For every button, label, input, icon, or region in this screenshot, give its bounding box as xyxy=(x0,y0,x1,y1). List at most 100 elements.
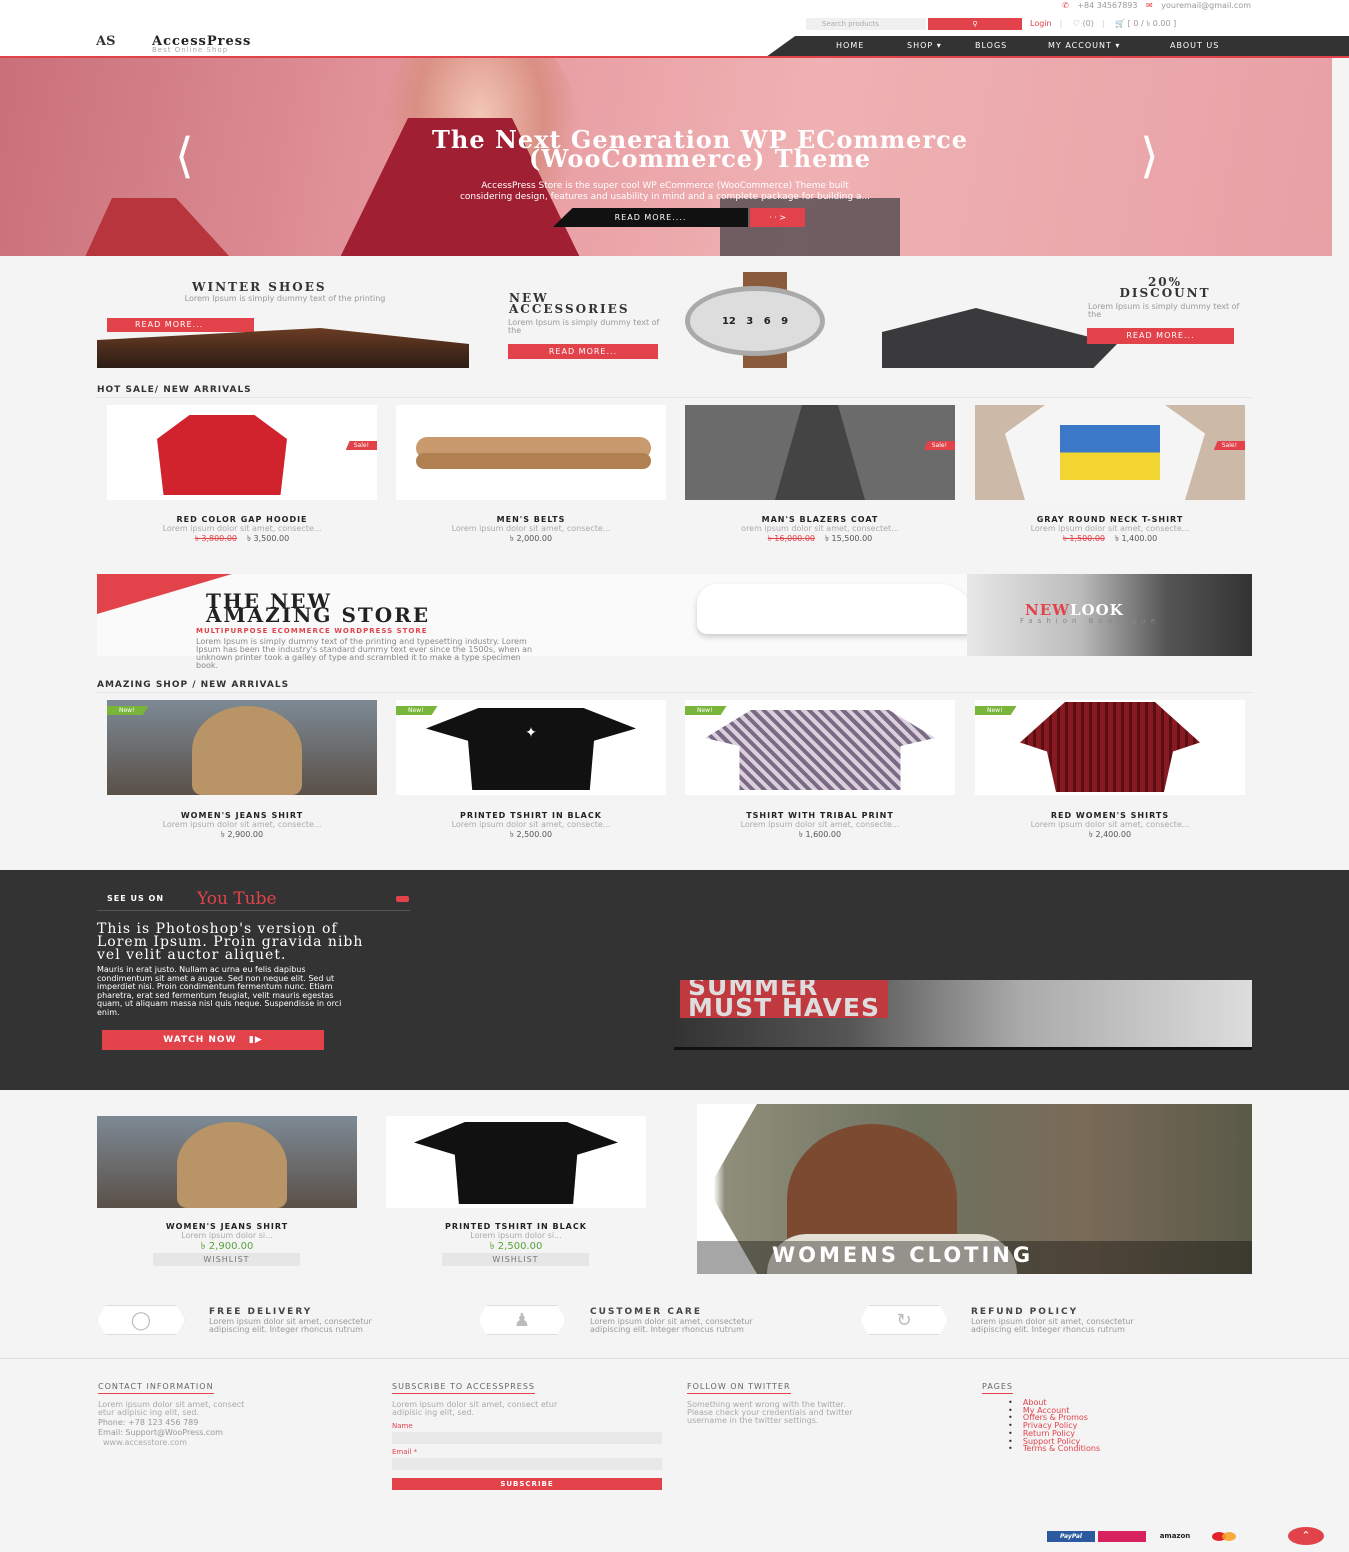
current-price: ৳ 2,000.00 xyxy=(509,534,553,543)
cart-icon[interactable]: 🛒 xyxy=(1115,19,1125,28)
product-desc: Lorem ipsum dolor sit amet, consecte... xyxy=(162,524,322,533)
back-to-top-icon[interactable]: ⌃ xyxy=(1288,1527,1324,1545)
product-name[interactable]: PRINTED TSHIRT IN BLACK xyxy=(396,811,666,820)
sale-badge: Sale! xyxy=(345,441,377,450)
product-image-tribal-tshirt[interactable]: New! xyxy=(685,700,955,795)
youtube-label[interactable]: You Tube xyxy=(197,889,277,909)
product-image-blazer[interactable]: Sale! xyxy=(685,405,955,500)
product-price: ৳ 2,400.00 xyxy=(1088,830,1132,839)
promo-winter-shoes-button[interactable]: READ MORE... xyxy=(107,318,254,332)
video-text: Mauris in erat justo. Nullam ac urna eu … xyxy=(97,965,341,1017)
product-name[interactable]: MEN'S BELTS xyxy=(396,515,666,524)
womens-clothing-banner[interactable]: WOMENS CLOTING xyxy=(697,1104,1252,1274)
promo-accessories-button[interactable]: READ MORE... xyxy=(508,344,658,359)
paypal-logo: PayPal xyxy=(1047,1531,1095,1542)
footer-phone: Phone: +78 123 456 789 xyxy=(98,1418,199,1427)
login-link[interactable]: Login xyxy=(1030,19,1052,28)
wishlist-button[interactable]: WISHLIST xyxy=(442,1253,589,1266)
nav-shop[interactable]: SHOP ▾ xyxy=(907,41,942,50)
footer-contact-text-line2: etur adipisic ing elit, sed. xyxy=(98,1408,200,1417)
top-phone: +84 34567893 xyxy=(1077,1,1138,10)
wishlist-button[interactable]: WISHLIST xyxy=(153,1253,300,1266)
footer-twitter-text: Something went wrong with the twitter. P… xyxy=(687,1401,853,1425)
product-desc: Lorem ipsum dolor sit amet, consecte... xyxy=(451,820,611,829)
shirt-image xyxy=(882,308,1117,368)
nav-home[interactable]: HOME xyxy=(836,41,864,50)
nav-my-account-label: MY ACCOUNT xyxy=(1048,41,1112,50)
footer-twitter-heading: FOLLOW ON TWITTER xyxy=(687,1382,791,1394)
product-image-red-shirt[interactable]: New! xyxy=(975,700,1245,795)
product-name[interactable]: RED WOMEN'S SHIRTS xyxy=(975,811,1245,820)
footer-website[interactable]: www.accesstore.com xyxy=(103,1439,244,1447)
top-email[interactable]: youremail@gmail.com xyxy=(1161,1,1251,10)
see-us-on-label: SEE US ON xyxy=(107,894,165,903)
sneakers-image xyxy=(697,584,977,634)
youtube-play-icon[interactable] xyxy=(396,896,409,902)
banner-title: THE NEW AMAZING STORE xyxy=(206,591,431,627)
footer-page-link[interactable]: • Terms & Conditions xyxy=(1008,1445,1100,1453)
banner-title-line2: AMAZING STORE xyxy=(206,603,431,627)
promo-discount-title-line2: DISCOUNT xyxy=(1119,286,1211,300)
watch-image: 12 3 6 9 xyxy=(685,272,855,368)
feature-text-line2: adipiscing elit. Integer rhoncus rutrum xyxy=(209,1325,363,1334)
video-camera-icon: ▮▶ xyxy=(248,1035,263,1045)
cart-summary[interactable]: [ 0 / ৳ 0.00 ] xyxy=(1128,19,1177,28)
product-name[interactable]: WOMEN'S JEANS SHIRT xyxy=(92,1222,362,1231)
old-price: ৳ 16,000.00 xyxy=(767,534,815,543)
new-badge: New! xyxy=(685,706,727,715)
product-image-belts[interactable] xyxy=(396,405,666,500)
phone-icon: ✆ xyxy=(1062,1,1069,10)
product-name[interactable]: PRINTED TSHIRT IN BLACK xyxy=(381,1222,651,1231)
footer-twitter-text-line3: username in the twitter settings. xyxy=(687,1416,819,1425)
product-image-jeans-shirt[interactable]: New! xyxy=(107,700,377,795)
nav-blogs[interactable]: BLOGS xyxy=(975,41,1007,50)
promo-discount-button[interactable]: READ MORE... xyxy=(1087,328,1234,344)
product-image-printed-tshirt[interactable] xyxy=(386,1116,646,1208)
nav-about-us[interactable]: ABOUT US xyxy=(1170,41,1219,50)
hero-bags-image xyxy=(80,198,240,256)
name-input[interactable] xyxy=(392,1432,662,1444)
video-divider xyxy=(97,910,410,911)
video-title: This is Photoshop's version of Lorem Ips… xyxy=(97,922,363,962)
new-badge: New! xyxy=(975,706,1017,715)
heart-icon[interactable]: ♡ xyxy=(1073,19,1080,28)
product-name[interactable]: GRAY ROUND NECK T-SHIRT xyxy=(975,515,1245,524)
product-name[interactable]: RED COLOR GAP HOODIE xyxy=(107,515,377,524)
product-image-printed-tshirt[interactable]: ✦ New! xyxy=(396,700,666,795)
banner-text: Lorem Ipsum is simply dummy text of the … xyxy=(196,638,532,670)
hero-arrow-button[interactable]: · · > xyxy=(750,208,805,227)
customer-care-icon: ♟ xyxy=(478,1305,566,1335)
product-name[interactable]: MAN'S BLAZERS COAT xyxy=(685,515,955,524)
nav-my-account[interactable]: MY ACCOUNT ▾ xyxy=(1048,41,1120,50)
must-haves-text: MUST HAVES xyxy=(688,993,880,1022)
logo-mark[interactable]: AS xyxy=(96,34,115,49)
footer-email[interactable]: Email: Support@WooPress.com xyxy=(98,1429,244,1437)
video-text-line6: enim. xyxy=(97,1007,120,1017)
nav-shop-label: SHOP xyxy=(907,41,934,50)
top-contact-info: ✆ +84 34567893 ✉ youremail@gmail.com xyxy=(1056,1,1251,10)
product-name[interactable]: TSHIRT WITH TRIBAL PRINT xyxy=(685,811,955,820)
product-name[interactable]: WOMEN'S JEANS SHIRT xyxy=(107,811,377,820)
account-links: Login | ♡ (0) | 🛒 [ 0 / ৳ 0.00 ] xyxy=(1030,19,1177,28)
subscribe-button[interactable]: SUBSCRIBE xyxy=(392,1478,662,1490)
search-input[interactable]: Search products xyxy=(806,18,926,30)
hero-text-line2: considering design, features and usabili… xyxy=(459,192,871,202)
product-image-jeans-shirt[interactable] xyxy=(97,1116,357,1208)
product-image-hoodie[interactable]: Sale! xyxy=(107,405,377,500)
search-button[interactable]: ⚲ xyxy=(928,18,1022,30)
slider-prev-icon[interactable]: ⟨ xyxy=(175,128,194,184)
hero-read-more-button[interactable]: READ MORE.... xyxy=(553,208,748,227)
feature-title: CUSTOMER CARE xyxy=(590,1307,703,1317)
footer-contact-text: Lorem ipsum dolor sit amet, consect etur… xyxy=(98,1401,244,1447)
email-input[interactable] xyxy=(392,1458,662,1470)
product-desc: Lorem ipsum dolor sit amet, consecte... xyxy=(1030,524,1190,533)
watch-now-button[interactable]: WATCH NOW ▮▶ xyxy=(102,1030,324,1050)
product-image-tshirt[interactable]: Sale! xyxy=(975,405,1245,500)
summer-video-thumbnail[interactable]: SUMMER MUST HAVES xyxy=(674,980,1252,1050)
section-divider xyxy=(97,397,1252,398)
footer-divider xyxy=(0,1358,1349,1359)
wishlist-count[interactable]: (0) xyxy=(1083,19,1094,28)
product-price: ৳ 16,000.00 ৳ 15,500.00 xyxy=(685,533,955,546)
hero-text-line1: AccessPress Store is the super cool WP e… xyxy=(481,181,849,191)
caret-down-icon: ▾ xyxy=(1115,41,1121,50)
